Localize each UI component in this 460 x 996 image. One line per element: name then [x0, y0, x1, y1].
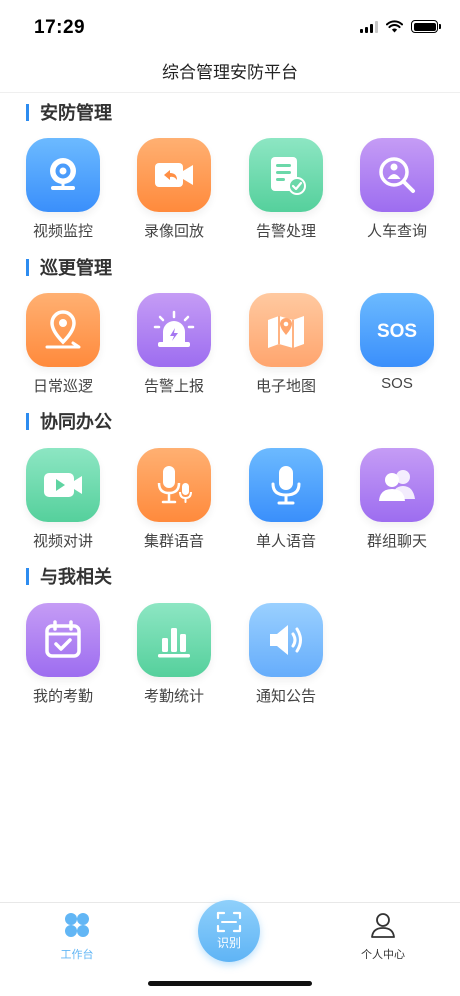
location-pin-icon — [26, 293, 100, 367]
person-search-icon — [360, 138, 434, 212]
section-header: 巡更管理 — [26, 254, 112, 280]
item-label: 集群语音 — [143, 533, 204, 550]
section-accent-bar — [26, 567, 29, 585]
grid-item-group-voice[interactable]: 集群语音 — [124, 448, 224, 551]
grid-item-sos[interactable]: SOS SOS — [347, 293, 447, 392]
section-accent-bar — [26, 258, 29, 276]
home-indicator — [148, 981, 312, 986]
tab-personal-center[interactable]: 个人中心 — [333, 911, 433, 962]
item-label: 单人语音 — [255, 533, 316, 550]
item-label: 日常巡逻 — [32, 378, 93, 395]
video-camera-icon — [26, 448, 100, 522]
item-label: 考勤统计 — [143, 688, 204, 705]
page-title: 综合管理安防平台 — [162, 63, 298, 82]
grid-item-electronic-map[interactable]: 电子地图 — [236, 293, 336, 396]
map-icon — [249, 293, 323, 367]
section-title: 巡更管理 — [40, 258, 112, 278]
grid-item-alarm-report[interactable]: 告警上报 — [124, 293, 224, 396]
grid-item-announcements[interactable]: 通知公告 — [236, 603, 336, 706]
video-replay-icon — [137, 138, 211, 212]
grid-item-person-vehicle-query[interactable]: 人车查询 — [347, 138, 447, 241]
alarm-document-icon — [249, 138, 323, 212]
tab-label: 个人中心 — [361, 949, 405, 961]
status-bar: 17:29 — [0, 0, 460, 52]
header-divider — [0, 92, 460, 93]
section-header: 协同办公 — [26, 408, 112, 434]
group-microphone-icon — [137, 448, 211, 522]
section-title: 协同办公 — [40, 412, 112, 432]
sos-glyph: SOS — [377, 321, 417, 342]
bar-chart-icon — [137, 603, 211, 677]
section-header: 安防管理 — [26, 99, 112, 125]
section-accent-bar — [26, 103, 29, 121]
tab-workbench[interactable]: 工作台 — [27, 911, 127, 962]
microphone-icon — [249, 448, 323, 522]
section-header: 与我相关 — [26, 563, 112, 589]
status-icons — [360, 20, 441, 33]
item-label: 视频监控 — [32, 223, 93, 240]
status-time: 17:29 — [34, 17, 86, 38]
workbench-grid-icon — [65, 913, 89, 937]
item-label: 视频对讲 — [32, 533, 93, 550]
scan-recognize-button[interactable]: 识别 — [198, 900, 260, 962]
calendar-check-icon — [26, 603, 100, 677]
item-label: 我的考勤 — [32, 688, 93, 705]
item-label: SOS — [381, 375, 413, 392]
grid-item-single-voice[interactable]: 单人语音 — [236, 448, 336, 551]
scan-frame-icon — [216, 911, 242, 933]
users-icon — [360, 448, 434, 522]
item-label: 人车查询 — [366, 223, 427, 240]
grid-item-attendance-statistics[interactable]: 考勤统计 — [124, 603, 224, 706]
user-icon — [371, 913, 395, 938]
grid-item-my-attendance[interactable]: 我的考勤 — [13, 603, 113, 706]
grid-item-alarm-handling[interactable]: 告警处理 — [236, 138, 336, 241]
grid-item-video-replay[interactable]: 录像回放 — [124, 138, 224, 241]
scan-label: 识别 — [216, 936, 241, 950]
battery-icon — [411, 20, 441, 33]
speaker-icon — [249, 603, 323, 677]
item-label: 通知公告 — [255, 688, 316, 705]
grid-item-video-monitor[interactable]: 视频监控 — [13, 138, 113, 241]
item-label: 录像回放 — [143, 223, 204, 240]
item-label: 群组聊天 — [366, 533, 427, 550]
sos-icon: SOS — [360, 293, 434, 367]
item-label: 电子地图 — [255, 378, 316, 395]
grid-item-group-chat[interactable]: 群组聊天 — [347, 448, 447, 551]
webcam-icon — [26, 138, 100, 212]
cellular-signal-icon — [360, 20, 378, 33]
item-label: 告警上报 — [143, 378, 204, 395]
item-label: 告警处理 — [255, 223, 316, 240]
tab-label: 工作台 — [60, 949, 94, 961]
section-title: 安防管理 — [40, 103, 112, 123]
siren-icon — [137, 293, 211, 367]
section-accent-bar — [26, 412, 29, 430]
section-title: 与我相关 — [40, 567, 112, 587]
grid-item-video-intercom[interactable]: 视频对讲 — [13, 448, 113, 551]
grid-item-daily-patrol[interactable]: 日常巡逻 — [13, 293, 113, 396]
wifi-icon — [386, 20, 403, 33]
